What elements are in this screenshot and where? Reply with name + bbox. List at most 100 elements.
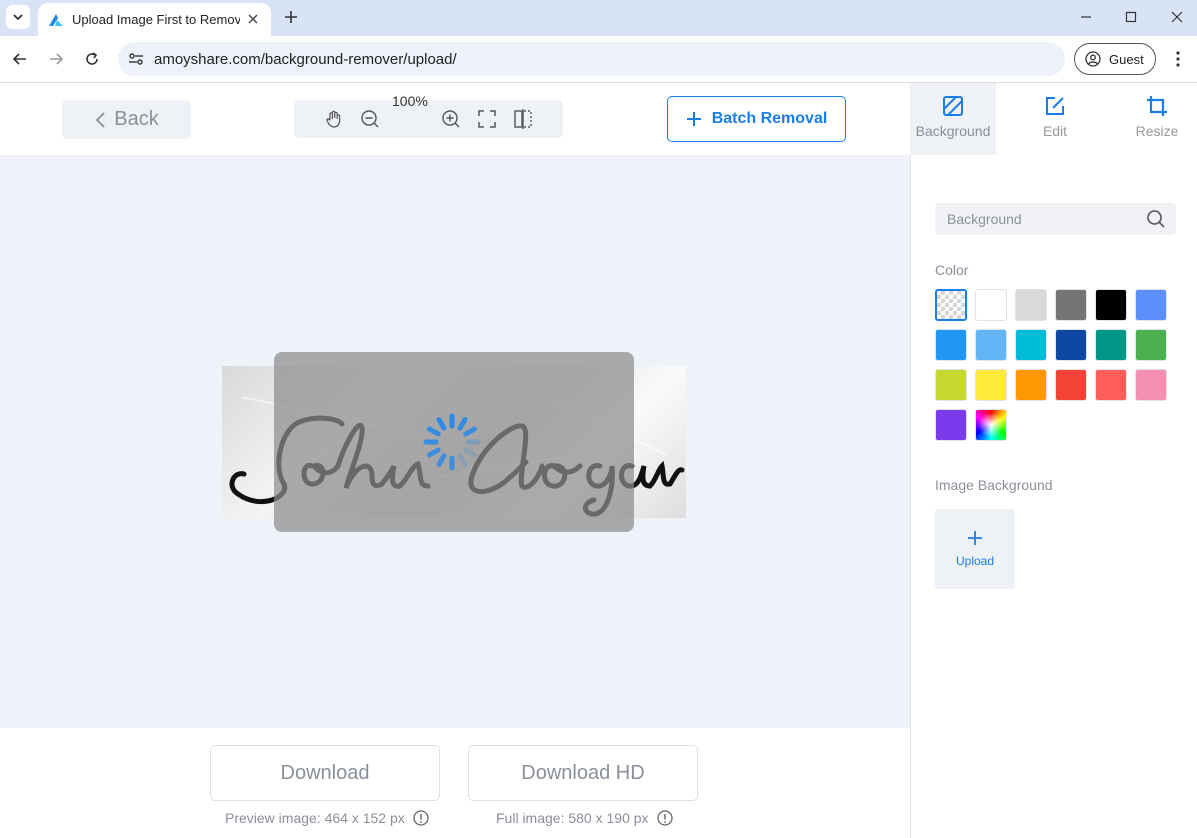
color-section-title: Color (935, 262, 969, 278)
crop-icon (1147, 96, 1167, 116)
color-swatch[interactable] (1095, 329, 1127, 361)
background-icon (943, 96, 963, 116)
reload-icon (86, 52, 98, 65)
color-swatch[interactable] (1095, 369, 1127, 401)
forward-nav-button[interactable] (44, 47, 68, 71)
color-swatch[interactable] (1015, 329, 1047, 361)
back-label: Back (114, 108, 159, 130)
image-canvas[interactable] (0, 155, 910, 728)
tab-title: Upload Image First to Remove Background (72, 12, 240, 27)
tab-edit-label: Edit (1042, 123, 1068, 139)
maximize-button[interactable] (1119, 6, 1143, 28)
preview-size-note: Preview image: 464 x 152 px (225, 810, 429, 826)
profile-label: Guest (1109, 51, 1144, 67)
info-icon[interactable] (413, 810, 429, 826)
info-icon[interactable] (656, 810, 673, 826)
plus-icon (686, 112, 701, 126)
download-hd-button[interactable]: Download HD (468, 745, 698, 801)
plus-icon (285, 11, 297, 23)
full-size-text: Full image: 580 x 190 px (496, 810, 649, 826)
close-tab-icon[interactable] (245, 11, 261, 27)
batch-removal-button[interactable]: Batch Removal (667, 96, 846, 142)
back-button[interactable]: Back (62, 100, 191, 139)
color-swatch[interactable] (935, 409, 967, 441)
upload-background-button[interactable]: Upload (935, 509, 1015, 589)
color-swatch[interactable] (1055, 369, 1087, 401)
compare-icon (514, 109, 532, 129)
search-icon[interactable] (1146, 209, 1166, 229)
color-swatch[interactable] (1015, 289, 1047, 321)
download-bar: Download Download HD Preview image: 464 … (0, 728, 910, 838)
upload-label: Upload (955, 554, 995, 568)
panel-tabs: Background Edit Resize (910, 83, 1197, 155)
color-swatch[interactable] (975, 409, 1007, 441)
color-swatch[interactable] (1095, 289, 1127, 321)
background-panel: Background Color Image Background Upload (910, 155, 1197, 838)
minimize-icon (1081, 16, 1091, 18)
close-window-button[interactable] (1165, 6, 1189, 28)
plus-icon (968, 531, 982, 545)
kebab-menu-icon (1176, 51, 1180, 67)
minimize-button[interactable] (1074, 6, 1098, 28)
preview-size-text: Preview image: 464 x 152 px (225, 810, 405, 826)
color-swatch[interactable] (935, 289, 967, 321)
account-icon (1085, 51, 1101, 67)
new-tab-button[interactable] (280, 6, 302, 28)
zoom-out-button[interactable] (359, 108, 381, 130)
amoyshare-logo-icon (49, 13, 63, 26)
browser-menu-button[interactable] (1168, 48, 1188, 70)
zoom-out-icon (361, 110, 379, 128)
color-swatch[interactable] (935, 329, 967, 361)
address-bar-row: amoyshare.com/background-remover/upload/… (0, 36, 1197, 83)
site-info-icon[interactable] (118, 42, 154, 76)
tab-search-button[interactable] (6, 5, 30, 29)
browser-tab[interactable]: Upload Image First to Remove Background (38, 3, 271, 36)
loading-spinner-icon (423, 413, 481, 471)
batch-removal-label: Batch Removal (711, 110, 828, 127)
zoom-level: 100% (392, 93, 428, 109)
close-icon (1171, 11, 1183, 23)
download-hd-label: Download HD (521, 761, 645, 784)
fit-screen-button[interactable] (476, 108, 498, 130)
download-button[interactable]: Download (210, 745, 440, 801)
color-swatch[interactable] (1135, 329, 1167, 361)
color-swatch[interactable] (935, 369, 967, 401)
browser-tab-bar: Upload Image First to Remove Background (0, 0, 1197, 36)
search-placeholder: Background (947, 211, 1022, 227)
profile-button[interactable]: Guest (1074, 43, 1156, 75)
arrow-right-icon (50, 53, 64, 65)
hand-tool-button[interactable] (323, 108, 345, 130)
image-background-title: Image Background (935, 477, 1053, 493)
color-swatch[interactable] (975, 369, 1007, 401)
color-swatch[interactable] (1135, 369, 1167, 401)
color-swatch[interactable] (1055, 329, 1087, 361)
tab-resize[interactable]: Resize (1114, 83, 1197, 155)
tab-background-label: Background (915, 123, 991, 139)
color-swatch[interactable] (975, 289, 1007, 321)
editor-toolbar: Back 100% Batch Removal (0, 83, 910, 155)
fullscreen-icon (478, 110, 496, 128)
reload-button[interactable] (80, 47, 104, 71)
zoom-in-button[interactable] (440, 108, 462, 130)
edit-icon (1046, 97, 1064, 115)
zoom-in-icon (442, 110, 460, 128)
omnibox[interactable]: amoyshare.com/background-remover/upload/ (118, 42, 1065, 76)
background-search-input[interactable]: Background (935, 203, 1176, 235)
download-label: Download (280, 761, 370, 784)
hand-icon (326, 110, 341, 128)
compare-button[interactable] (512, 108, 534, 130)
arrow-left-icon (12, 53, 26, 65)
zoom-controls (294, 100, 563, 138)
full-size-note: Full image: 580 x 190 px (496, 810, 673, 826)
chevron-left-icon (95, 111, 105, 128)
tab-edit[interactable]: Edit (1012, 83, 1098, 155)
url-text: amoyshare.com/background-remover/upload/ (154, 50, 457, 68)
tab-background[interactable]: Background (910, 83, 996, 155)
back-nav-button[interactable] (8, 47, 32, 71)
color-swatch[interactable] (1135, 289, 1167, 321)
maximize-icon (1125, 11, 1137, 23)
chevron-down-icon (13, 14, 23, 21)
color-swatch[interactable] (1015, 369, 1047, 401)
color-swatch[interactable] (1055, 289, 1087, 321)
color-swatch[interactable] (975, 329, 1007, 361)
